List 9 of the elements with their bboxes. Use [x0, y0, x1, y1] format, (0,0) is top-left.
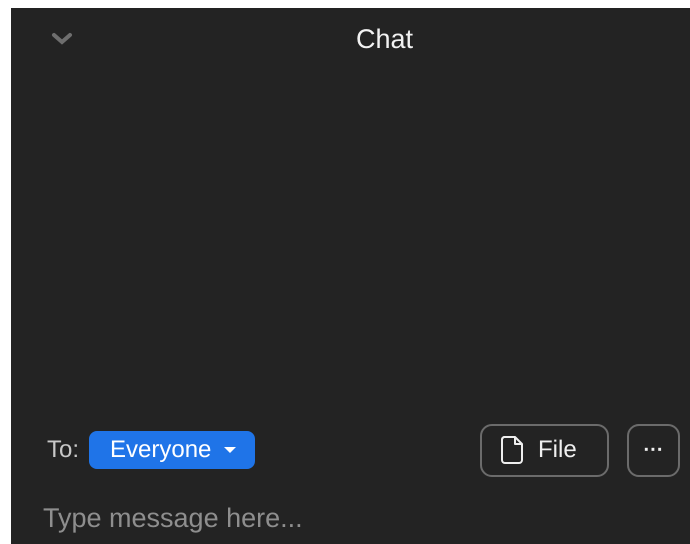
- file-button[interactable]: File: [480, 424, 609, 476]
- recipient-dropdown[interactable]: Everyone: [89, 431, 256, 469]
- recipient-label: To:: [47, 436, 80, 464]
- caret-icon: [223, 446, 238, 454]
- more-button[interactable]: ···: [627, 424, 680, 476]
- chevron-down-icon[interactable]: [51, 32, 73, 46]
- chat-title: Chat: [356, 24, 414, 54]
- document-icon: [500, 435, 524, 465]
- message-input[interactable]: Type message here...: [41, 492, 645, 544]
